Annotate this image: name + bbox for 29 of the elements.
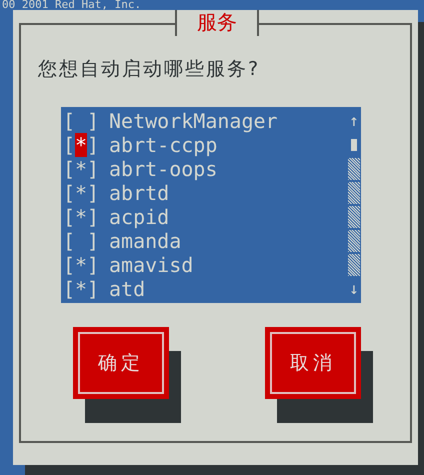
- scroll-down-arrow[interactable]: ↓: [349, 277, 359, 301]
- service-checkbox[interactable]: [ ]: [63, 109, 99, 133]
- dialog-title: 服务: [175, 10, 259, 36]
- service-name[interactable]: abrt-ccpp: [109, 133, 347, 157]
- service-checkbox[interactable]: [*]: [63, 277, 99, 301]
- service-name[interactable]: amanda: [109, 229, 347, 253]
- dialog-button[interactable]: 确定: [73, 327, 169, 399]
- service-name[interactable]: NetworkManager: [109, 109, 347, 133]
- scrollbar-track: [348, 182, 360, 204]
- service-checkbox[interactable]: [*]: [63, 157, 99, 181]
- service-name[interactable]: amavisd: [109, 253, 347, 277]
- service-name[interactable]: abrt-oops: [109, 157, 347, 181]
- service-checkbox[interactable]: [*]: [63, 253, 99, 277]
- scrollbar-track: [348, 230, 360, 252]
- scroll-up-arrow[interactable]: ↑: [349, 109, 359, 133]
- scrollbar-track: [348, 206, 360, 228]
- prompt-text: 您想自动启动哪些服务?: [38, 57, 260, 81]
- service-checkbox[interactable]: [*]: [63, 133, 99, 157]
- service-name[interactable]: abrtd: [109, 181, 347, 205]
- service-name[interactable]: acpid: [109, 205, 347, 229]
- service-checkbox[interactable]: [ ]: [63, 229, 99, 253]
- scrollbar-thumb[interactable]: [351, 139, 357, 151]
- copyright-text: 00 2001 Red Hat, Inc.: [2, 0, 142, 10]
- service-name[interactable]: atd: [109, 277, 347, 301]
- service-checkbox[interactable]: [*]: [63, 205, 99, 229]
- scrollbar-track: [348, 158, 360, 180]
- service-checkbox[interactable]: [*]: [63, 181, 99, 205]
- dialog-button[interactable]: 取消: [265, 327, 361, 399]
- scrollbar-track: [348, 254, 360, 276]
